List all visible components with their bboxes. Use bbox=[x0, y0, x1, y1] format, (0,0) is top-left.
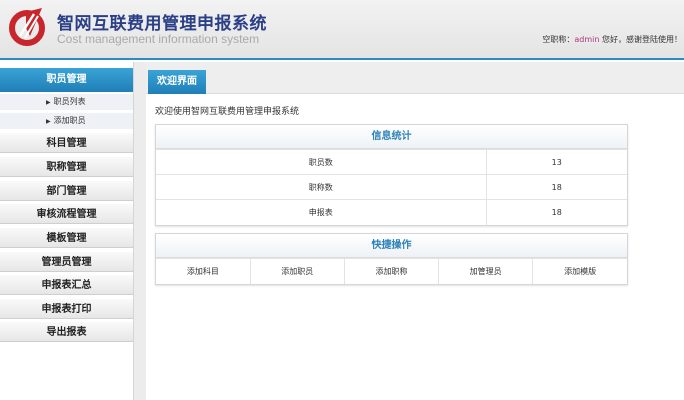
stat-value: 18 bbox=[486, 199, 627, 225]
add-subject-link[interactable]: 添加科目 bbox=[156, 258, 251, 284]
stats-title: 信息统计 bbox=[156, 125, 627, 149]
sidebar: 职员管理 ▶ 职员列表 ▶ 添加职员 科目管理 职称管理 部门管理 审核流程管理 模… bbox=[0, 62, 134, 400]
stat-label: 职称数 bbox=[156, 174, 487, 200]
add-staff-link[interactable]: 添加职员 bbox=[250, 258, 345, 284]
stat-label: 职员数 bbox=[156, 149, 487, 175]
sidebar-divider bbox=[134, 62, 146, 400]
add-admin-link[interactable]: 加管理员 bbox=[438, 258, 534, 284]
intro-text: 欢迎使用智网互联费用管理申报系统 bbox=[155, 107, 300, 117]
sidebar-group-print[interactable]: 申报表打印 bbox=[0, 298, 133, 319]
stat-label: 申报表 bbox=[156, 199, 487, 225]
stat-value: 18 bbox=[486, 174, 627, 200]
sidebar-item-add-staff[interactable]: ▶ 添加职员 bbox=[0, 113, 133, 129]
table-row: 职称数 18 bbox=[156, 174, 627, 200]
arrow-right-icon: ▶ bbox=[46, 99, 51, 106]
sidebar-item-staff-list[interactable]: ▶ 职员列表 bbox=[0, 94, 133, 110]
sidebar-group-export[interactable]: 导出报表 bbox=[0, 321, 133, 342]
welcome-prefix: 空职称： bbox=[542, 35, 575, 44]
app-title: 智网互联费用管理申报系统 bbox=[57, 14, 267, 34]
sidebar-group-staff[interactable]: 职员管理 bbox=[0, 68, 133, 92]
quick-actions-table: 添加科目 添加职员 添加职称 加管理员 添加模版 bbox=[156, 258, 627, 284]
welcome-message: 空职称：admin 您好，感谢登陆使用！ bbox=[542, 34, 682, 45]
sidebar-group-departments[interactable]: 部门管理 bbox=[0, 180, 133, 201]
table-row: 职员数 13 bbox=[156, 149, 627, 175]
quick-actions-panel: 快捷操作 添加科目 添加职员 添加职称 加管理员 添加模版 bbox=[155, 233, 628, 285]
username-link[interactable]: admin bbox=[574, 35, 599, 44]
stat-value: 13 bbox=[486, 149, 627, 175]
sidebar-group-workflow[interactable]: 审核流程管理 bbox=[0, 203, 133, 224]
add-template-link[interactable]: 添加模版 bbox=[532, 258, 627, 284]
tab-welcome[interactable]: 欢迎界面 bbox=[148, 70, 206, 94]
sidebar-group-subjects[interactable]: 科目管理 bbox=[0, 132, 133, 153]
sidebar-group-admins[interactable]: 管理员管理 bbox=[0, 251, 133, 272]
arrow-right-icon: ▶ bbox=[46, 118, 51, 125]
quick-actions-title: 快捷操作 bbox=[156, 234, 627, 258]
sidebar-group-templates[interactable]: 模板管理 bbox=[0, 227, 133, 248]
table-row: 添加科目 添加职员 添加职称 加管理员 添加模版 bbox=[156, 258, 627, 284]
add-title-link[interactable]: 添加职称 bbox=[344, 258, 440, 284]
logo-icon bbox=[9, 8, 45, 46]
table-row: 申报表 18 bbox=[156, 199, 627, 225]
app-subtitle: Cost management information system bbox=[57, 32, 260, 46]
stats-panel: 信息统计 职员数 13 职称数 18 申报表 18 bbox=[155, 124, 628, 226]
main-content: 欢迎界面 欢迎使用智网互联费用管理申报系统 信息统计 职员数 13 职称数 18… bbox=[146, 62, 684, 400]
welcome-suffix: 您好，感谢登陆使用！ bbox=[599, 35, 682, 44]
sidebar-group-summary[interactable]: 申报表汇总 bbox=[0, 274, 133, 295]
tab-bar: 欢迎界面 bbox=[146, 62, 684, 94]
header: 智网互联费用管理申报系统 Cost management information… bbox=[0, 0, 684, 60]
sidebar-item-label: 职员列表 bbox=[53, 97, 86, 106]
stats-table: 职员数 13 职称数 18 申报表 18 bbox=[156, 149, 627, 225]
sidebar-group-titles[interactable]: 职称管理 bbox=[0, 156, 133, 177]
sidebar-item-label: 添加职员 bbox=[53, 116, 86, 125]
